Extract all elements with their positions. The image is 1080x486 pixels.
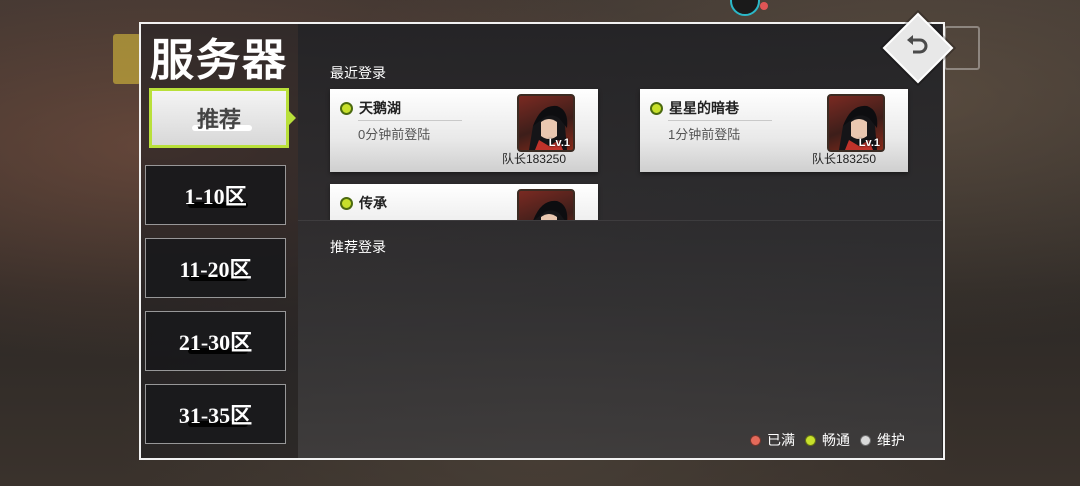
- server-card[interactable]: 天鹅湖 0分钟前登陆 Lv.1 队长183250: [330, 89, 598, 172]
- legend-label: 维护: [877, 432, 905, 448]
- page-title: 服务器: [150, 36, 288, 85]
- status-smooth-dot: [340, 197, 353, 210]
- captain-name: 队长183250: [501, 152, 566, 166]
- legend-full: 已满: [750, 430, 795, 450]
- active-tab-arrow: [288, 110, 296, 126]
- legend-label: 畅通: [822, 432, 850, 448]
- last-login-time: 0分钟前登陆: [358, 127, 431, 142]
- name-underline: [668, 120, 772, 121]
- recommended-login-label: 推荐登录: [330, 239, 386, 255]
- character-avatar: Lv.1: [517, 94, 575, 152]
- character-portrait-icon: [533, 200, 568, 220]
- return-arrow-icon: [907, 35, 928, 54]
- server-card[interactable]: 传承: [330, 184, 598, 220]
- back-button[interactable]: [882, 12, 954, 84]
- name-underline: [358, 120, 462, 121]
- tab-label: 推荐: [196, 107, 241, 132]
- server-name: 传承: [359, 195, 387, 211]
- tab-label: 31-35区: [178, 403, 253, 428]
- tab-recommend[interactable]: 推荐: [149, 88, 289, 148]
- background-notification-dot: [760, 2, 768, 10]
- tab-zone-1-10[interactable]: 1-10区: [145, 165, 286, 225]
- status-smooth-dot: [650, 102, 663, 115]
- character-avatar: [517, 189, 575, 220]
- tab-zone-11-20[interactable]: 11-20区: [145, 238, 286, 298]
- section-divider: [298, 220, 942, 221]
- last-login-time: 1分钟前登陆: [668, 127, 741, 142]
- status-smooth-dot: [805, 434, 816, 446]
- background-age-badge: [113, 34, 141, 84]
- legend-maintenance: 维护: [860, 430, 905, 450]
- status-smooth-dot: [340, 102, 353, 115]
- tab-zone-31-35[interactable]: 31-35区: [145, 384, 286, 444]
- captain-name: 队长183250: [811, 152, 876, 166]
- background-orb: [730, 0, 760, 16]
- level-badge: Lv.1: [858, 137, 880, 149]
- tab-label: 21-30区: [178, 330, 253, 355]
- server-name: 天鹅湖: [359, 100, 401, 116]
- tab-label: 1-10区: [184, 184, 247, 209]
- status-maintenance-dot: [860, 434, 871, 446]
- legend-label: 已满: [767, 432, 795, 448]
- character-avatar: Lv.1: [827, 94, 885, 152]
- level-badge: Lv.1: [548, 137, 570, 149]
- server-card[interactable]: 星星的暗巷 1分钟前登陆 Lv.1 队长183250: [640, 89, 908, 172]
- recent-server-list: 天鹅湖 0分钟前登陆 Lv.1 队长183250 星星的暗巷 1分钟前登陆 Lv…: [298, 84, 942, 220]
- tab-zone-21-30[interactable]: 21-30区: [145, 311, 286, 371]
- legend-smooth: 畅通: [805, 430, 850, 450]
- status-full-dot: [750, 434, 761, 446]
- tab-label: 11-20区: [179, 257, 252, 282]
- server-status-legend: 已满 畅通 维护: [750, 430, 915, 450]
- server-name: 星星的暗巷: [669, 100, 739, 116]
- recent-login-label: 最近登录: [330, 65, 386, 81]
